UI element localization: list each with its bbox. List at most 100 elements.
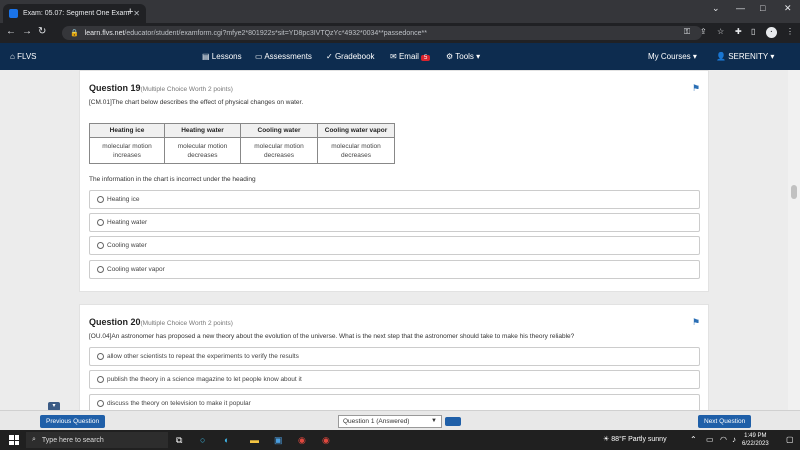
close-tab-icon[interactable]: ✕ — [133, 9, 140, 18]
next-question-button[interactable]: Next Question — [698, 415, 752, 428]
chrome-profile-icon[interactable]: ◉ — [322, 435, 330, 446]
check-icon: ✓ — [326, 52, 333, 61]
address-bar[interactable]: 🔒 learn.flvs.net/educator/student/examfo… — [62, 26, 702, 40]
radio-button[interactable] — [97, 376, 104, 383]
site-nav: ⌂ FLVS ▤ Lessons ▭ Assessments ✓ Gradebo… — [0, 43, 800, 70]
key-icon[interactable]: ⚿ — [684, 27, 690, 37]
sun-cloud-icon: ☀ — [603, 436, 610, 443]
physical-changes-table: Heating ice Heating water Cooling water … — [89, 123, 395, 164]
radio-button[interactable] — [97, 400, 104, 407]
question-select[interactable]: Question 1 (Answered) ▼ — [338, 415, 442, 428]
search-icon: ⌕ — [32, 436, 36, 443]
menu-kebab-icon[interactable]: ⋮ — [786, 27, 794, 36]
answer-choice[interactable]: Cooling water — [89, 236, 700, 255]
nav-user[interactable]: 👤 SERENITY ▾ — [716, 52, 774, 61]
question-20-heading: Question 20(Multiple Choice Worth 2 poin… — [89, 317, 233, 327]
cortana-icon[interactable]: ○ — [200, 435, 205, 445]
store-icon[interactable]: ▣ — [274, 435, 283, 446]
question-19-card: Question 19(Multiple Choice Worth 2 poin… — [79, 70, 709, 292]
gear-icon: ⚙ — [446, 52, 454, 61]
answer-choice[interactable]: publish the theory in a science magazine… — [89, 370, 700, 389]
flvs-favicon-icon — [9, 9, 18, 18]
nav-assessments[interactable]: ▭ Assessments — [255, 52, 312, 61]
wifi-icon[interactable]: ◠ — [720, 435, 727, 444]
task-view-icon[interactable]: ⧉ — [176, 435, 182, 446]
nav-tools[interactable]: ⚙ Tools ▾ — [446, 52, 480, 61]
weather-widget[interactable]: ☀ 88°F Partly sunny — [603, 435, 667, 443]
question-20-card: Question 20(Multiple Choice Worth 2 poin… — [79, 304, 709, 410]
radio-button[interactable] — [97, 196, 104, 203]
answer-choice[interactable]: Heating water — [89, 213, 700, 232]
question-20-prompt: [OU.04]An astronomer has proposed a new … — [89, 333, 575, 340]
chrome-icon[interactable]: ◉ — [298, 435, 306, 446]
reload-icon[interactable]: ↻ — [38, 26, 46, 37]
share-icon[interactable]: ⇪ — [700, 27, 707, 36]
caret-down-icon: ▾ — [692, 52, 697, 61]
minimize-icon[interactable]: — — [736, 3, 745, 13]
edge-icon[interactable]: ◐ — [224, 435, 229, 445]
question-nav-bar: Previous Question Question 1 (Answered) ▼… — [0, 410, 800, 430]
table-cell: molecular motion decreases — [317, 137, 395, 164]
page-scrollbar[interactable] — [788, 70, 800, 410]
radio-button[interactable] — [97, 353, 104, 360]
url-host: learn.flvs.net — [84, 29, 125, 37]
table-cell: molecular motion decreases — [164, 137, 241, 164]
tab-search-icon[interactable]: ⌄ — [712, 3, 720, 14]
profile-avatar[interactable]: · — [766, 27, 777, 38]
browser-tab-strip: Exam: 05.07: Segment One Exam ✕ + ⌄ — □ … — [0, 0, 800, 23]
question-19-stem: The information in the chart is incorrec… — [89, 176, 256, 183]
user-icon: 👤 — [716, 52, 726, 61]
nav-email[interactable]: ✉ Email 5 — [390, 52, 431, 61]
browser-tab[interactable]: Exam: 05.07: Segment One Exam ✕ — [3, 4, 146, 23]
exam-content: Question 19(Multiple Choice Worth 2 poin… — [0, 70, 788, 410]
taskbar-clock[interactable]: 1:49 PM 6/22/2023 — [742, 432, 769, 448]
radio-button[interactable] — [97, 266, 104, 273]
email-count-badge: 5 — [420, 55, 431, 61]
side-panel-icon[interactable]: ▯ — [751, 27, 755, 36]
tab-title: Exam: 05.07: Segment One Exam — [23, 10, 130, 17]
extensions-icon[interactable]: ✚ — [735, 27, 742, 36]
chevron-down-icon: ▼ — [431, 418, 437, 424]
answer-choice[interactable]: allow other scientists to repeat the exp… — [89, 347, 700, 366]
taskbar-search[interactable]: ⌕ Type here to search — [26, 432, 168, 448]
previous-question-button[interactable]: Previous Question — [40, 415, 106, 428]
nav-gradebook[interactable]: ✓ Gradebook — [326, 52, 375, 61]
close-window-icon[interactable]: ✕ — [784, 3, 792, 14]
lock-icon[interactable]: 🔒 — [70, 29, 79, 37]
book-icon: ▤ — [202, 52, 210, 61]
envelope-icon: ✉ — [390, 52, 397, 61]
maximize-icon[interactable]: □ — [760, 3, 765, 13]
nav-home[interactable]: ⌂ FLVS — [10, 52, 37, 61]
back-icon[interactable]: ← — [6, 26, 16, 37]
table-header: Heating water — [164, 123, 241, 138]
question-list-toggle[interactable] — [445, 417, 461, 426]
answer-choice[interactable]: discuss the theory on television to make… — [89, 394, 700, 410]
notifications-icon[interactable]: ▢ — [786, 435, 794, 444]
caret-down-icon: ▾ — [770, 52, 775, 61]
home-icon: ⌂ — [10, 52, 15, 61]
nav-my-courses[interactable]: My Courses ▾ — [648, 52, 697, 61]
volume-icon[interactable]: ♪ — [732, 435, 736, 444]
table-cell: molecular motion increases — [89, 137, 165, 164]
answer-choice[interactable]: Heating ice — [89, 190, 700, 209]
table-cell: molecular motion decreases — [240, 137, 318, 164]
answer-choice[interactable]: Cooling water vapor — [89, 260, 700, 279]
windows-start-icon[interactable] — [9, 435, 19, 445]
nav-lessons[interactable]: ▤ Lessons — [202, 52, 242, 61]
file-explorer-icon[interactable]: ▬ — [250, 435, 259, 445]
table-header: Heating ice — [89, 123, 165, 138]
flag-question-19-icon[interactable]: ⚑ — [692, 83, 700, 94]
windows-taskbar: ⌕ Type here to search ⧉ ○ ◐ ▬ ▣ ◉ ◉ ☀ 88°… — [0, 430, 800, 450]
tray-chevron-icon[interactable]: ⌃ — [690, 435, 697, 444]
laptop-icon: ▭ — [255, 52, 263, 61]
new-tab-icon[interactable]: + — [127, 6, 133, 18]
radio-button[interactable] — [97, 219, 104, 226]
bookmark-star-icon[interactable]: ☆ — [717, 27, 724, 36]
forward-icon[interactable]: → — [22, 26, 32, 37]
scrollbar-thumb[interactable] — [791, 185, 797, 199]
question-19-heading: Question 19(Multiple Choice Worth 2 poin… — [89, 83, 233, 93]
network-icon[interactable]: ▭ — [706, 435, 714, 444]
flag-question-20-icon[interactable]: ⚑ — [692, 317, 700, 328]
radio-button[interactable] — [97, 242, 104, 249]
url-path: /educator/student/examform.cgi?mfye2*801… — [124, 29, 427, 37]
